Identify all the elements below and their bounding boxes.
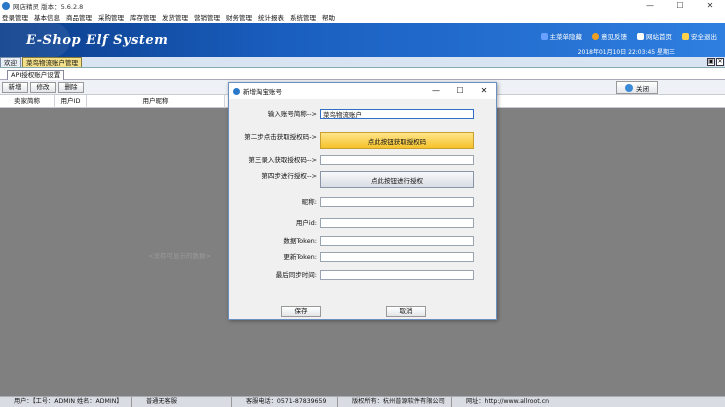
- edit-button[interactable]: 修改: [30, 82, 56, 93]
- empty-grid-message: <没有可显示的数据>: [148, 252, 211, 260]
- menu-purchase[interactable]: 采购管理: [98, 12, 124, 22]
- account-name-input[interactable]: [320, 109, 474, 119]
- clock-display: 2018年01月10日 22:03:45 星期三: [577, 49, 675, 56]
- last-sync-label: 最后同步时间:: [275, 271, 317, 279]
- menu-system[interactable]: 系统管理: [290, 12, 316, 22]
- menu-basic-info[interactable]: 基本信息: [34, 12, 60, 22]
- status-service: 普通无客服: [132, 397, 232, 407]
- column-header-user-id[interactable]: 用户ID: [55, 95, 87, 108]
- nav-homepage[interactable]: 网站首页: [637, 31, 672, 41]
- dialog-close-button[interactable]: ✕: [472, 83, 496, 99]
- nav-feedback[interactable]: 意见反馈: [592, 31, 627, 41]
- add-button[interactable]: 新增: [2, 82, 28, 93]
- maximize-button[interactable]: ☐: [665, 0, 695, 11]
- window-title: 网店精灵 版本：5.6.2.8: [13, 2, 84, 11]
- menu-inventory[interactable]: 库存管理: [130, 12, 156, 22]
- auth-code-input[interactable]: [320, 155, 474, 165]
- status-website: 网址：http://www.allroot.cn: [466, 398, 550, 405]
- tab-close-icon[interactable]: ✕: [716, 58, 724, 66]
- menu-finance[interactable]: 财务管理: [226, 12, 252, 22]
- dialog-app-icon: [233, 87, 240, 95]
- feedback-icon: [592, 32, 599, 40]
- dialog-titlebar: 新增淘宝账号 — ☐ ✕: [229, 83, 496, 99]
- minimize-button[interactable]: —: [635, 0, 665, 11]
- menu-goods[interactable]: 商品管理: [66, 12, 92, 22]
- account-name-label: 输入账号简称-->: [267, 110, 317, 118]
- new-taobao-account-dialog: 新增淘宝账号 — ☐ ✕ 输入账号简称--> 第二步点击获取授权码-> 点此按钮…: [228, 82, 497, 320]
- nav-hide-menu[interactable]: 主菜单隐藏: [540, 31, 582, 41]
- step4-label: 第四步进行授权-->: [261, 172, 317, 180]
- user-id-input[interactable]: [320, 218, 474, 228]
- dialog-maximize-button[interactable]: ☐: [448, 83, 472, 99]
- nav-logout[interactable]: 安全退出: [682, 31, 717, 41]
- dialog-title: 新增淘宝账号: [243, 88, 282, 96]
- window-titlebar: 网店精灵 版本：5.6.2.8 — ☐ ✕: [0, 0, 725, 11]
- user-id-label: 用户id:: [295, 219, 317, 227]
- menu-reports[interactable]: 统计报表: [258, 12, 284, 22]
- authorize-button[interactable]: 点此按钮进行授权: [320, 171, 474, 188]
- close-circle-icon: [625, 83, 633, 92]
- lock-icon: [682, 32, 689, 40]
- column-header-nickname[interactable]: 用户昵称: [87, 95, 225, 108]
- status-phone: 客服电话：0571-87839659: [232, 397, 338, 407]
- tab-api-auth-settings[interactable]: API授权账户设置: [7, 70, 65, 80]
- step3-label: 第三录入获取授权码-->: [248, 156, 317, 164]
- data-token-input[interactable]: [320, 236, 474, 246]
- column-header-seller[interactable]: 卖家简称: [0, 95, 55, 108]
- menu-icon: [540, 32, 548, 40]
- step2-label: 第二步点击获取授权码->: [244, 133, 317, 141]
- get-auth-code-button[interactable]: 点此按钮获取授权码: [320, 132, 474, 149]
- delete-button[interactable]: 删除: [58, 82, 84, 93]
- refresh-token-label: 更新Token:: [283, 253, 317, 261]
- data-token-label: 数据Token:: [283, 237, 317, 245]
- document-tabs: 欢迎 菜鸟物流账户管理 ▣ ✕: [0, 57, 725, 68]
- menu-shipping[interactable]: 发货管理: [162, 12, 188, 22]
- close-button[interactable]: 关闭: [616, 81, 658, 94]
- home-icon: [637, 32, 644, 40]
- close-window-button[interactable]: ✕: [695, 0, 725, 11]
- tab-welcome[interactable]: 欢迎: [0, 57, 21, 67]
- app-logo: E-Shop Elf System: [26, 33, 169, 48]
- dialog-minimize-button[interactable]: —: [424, 83, 448, 99]
- save-button[interactable]: 保存: [281, 306, 321, 317]
- menu-login[interactable]: 登录管理: [2, 12, 28, 22]
- menu-bar: 登录管理 基本信息 商品管理 采购管理 库存管理 发货管理 营销管理 财务管理 …: [0, 11, 725, 23]
- cancel-button[interactable]: 取消: [386, 306, 426, 317]
- menu-marketing[interactable]: 营销管理: [194, 12, 220, 22]
- nickname-label: 昵称:: [301, 198, 317, 206]
- nickname-input[interactable]: [320, 197, 474, 207]
- menu-help[interactable]: 帮助: [322, 12, 335, 22]
- refresh-token-input[interactable]: [320, 252, 474, 262]
- app-banner: E-Shop Elf System 主菜单隐藏 意见反馈 网站首页 安全退出 2…: [0, 23, 725, 57]
- status-bar: 用户：【工号：ADMIN 姓名：ADMIN】 普通无客服 客服电话：0571-8…: [0, 396, 725, 407]
- tab-cainiao-account[interactable]: 菜鸟物流账户管理: [22, 57, 82, 67]
- sub-tabs: API授权账户设置: [0, 69, 725, 80]
- tab-restore-icon[interactable]: ▣: [707, 58, 715, 66]
- app-icon: [2, 1, 10, 10]
- status-copyright: 版权所有：杭州普源软件有限公司: [338, 397, 452, 407]
- last-sync-input[interactable]: [320, 270, 474, 280]
- status-user: 用户：【工号：ADMIN 姓名：ADMIN】: [0, 397, 132, 407]
